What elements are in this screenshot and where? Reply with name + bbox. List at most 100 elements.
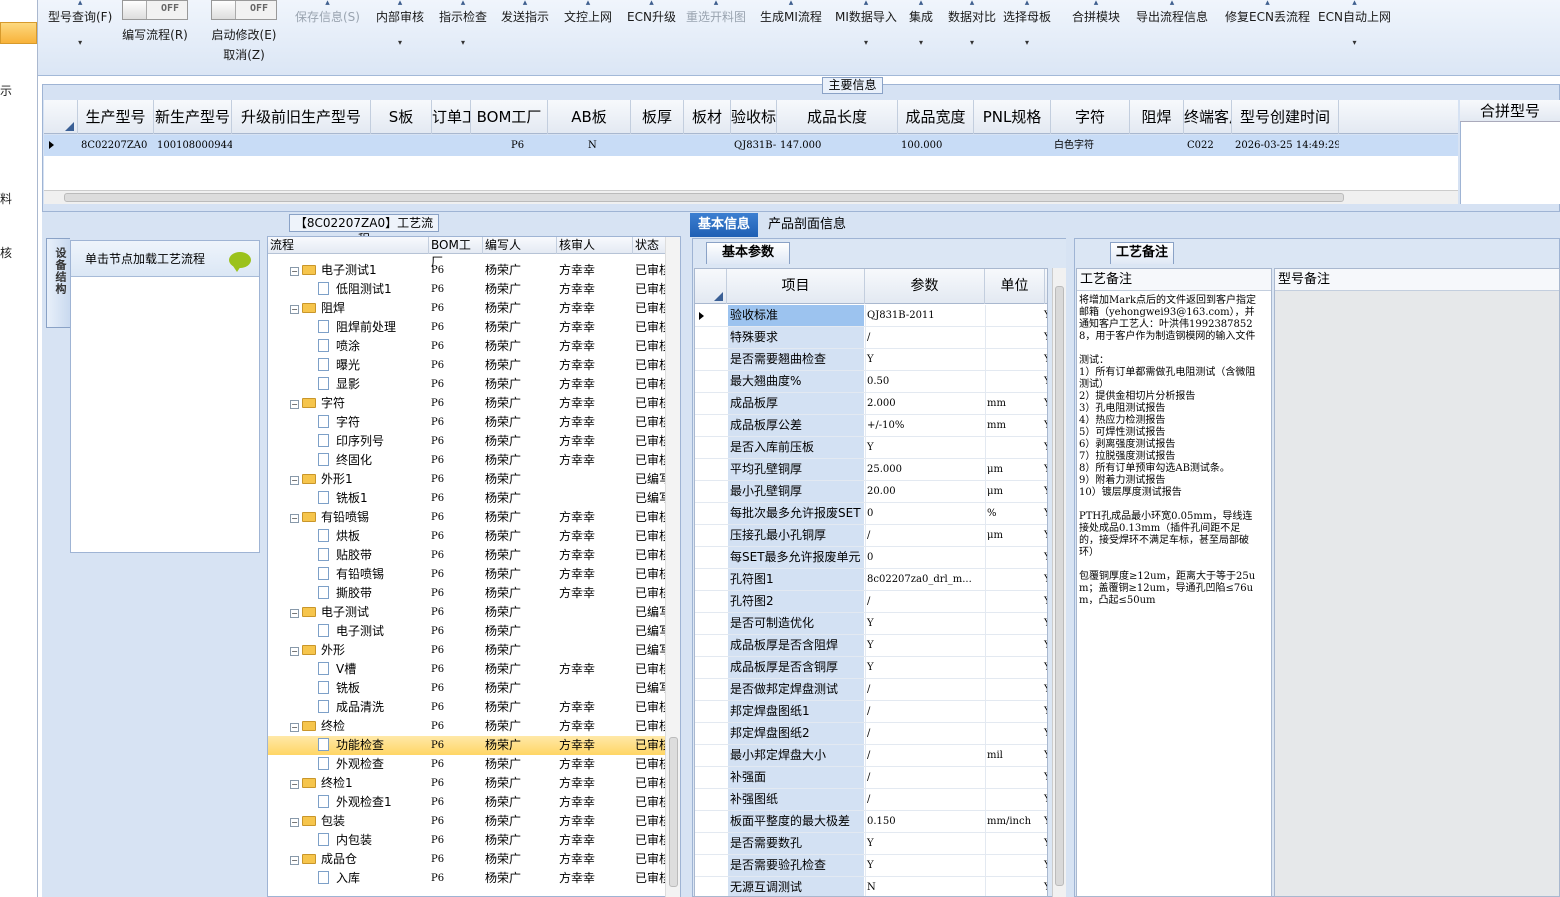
param-row[interactable]: 是否可制造优化YY [695,613,1047,635]
tree-node[interactable]: 电子测试 [268,622,424,641]
toolbar-toggle-button[interactable]: OFF 编写流程(R) [122,0,188,43]
collapse-icon[interactable]: − [290,609,299,618]
tree-row[interactable]: 终固化 P6 杨荣广 方幸幸 已审核 [268,451,669,470]
chevron-down-icon[interactable]: ▾ [439,38,487,47]
tree-node[interactable]: − 成品仓 [268,850,424,869]
collapse-icon[interactable]: − [290,514,299,523]
column-header[interactable]: 型号创建时间 [1232,100,1339,134]
toolbar-repair-button[interactable]: ▴ 修复ECN丢流程 [1225,0,1310,25]
param-row[interactable]: 无源互调测试N Y [695,877,1047,896]
param-value[interactable]: / [865,723,983,744]
scroll-thumb[interactable] [669,737,678,887]
collapse-icon[interactable]: − [290,267,299,276]
param-value[interactable]: N [865,877,983,896]
grid-cell[interactable]: 白色字符 [1051,135,1130,156]
tree-row[interactable]: 有铅喷锡 P6 杨荣广 方幸幸 已审核 [268,565,669,584]
tree-column-header[interactable]: 编写人 [483,237,557,254]
grid-cell[interactable]: 10010800094405 [154,135,232,156]
param-value[interactable]: +/-10% [865,415,983,436]
param-value[interactable]: 0 [865,503,983,524]
left-nav-label[interactable]: 料 [0,190,12,207]
tree-row[interactable]: 铣板1 P6 杨荣广 已编写 [268,489,669,508]
toolbar-sublabel[interactable]: 取消(Z) [211,46,277,63]
tree-node[interactable]: − 终检 [268,717,424,736]
param-value[interactable]: Y [865,437,983,458]
toggle-switch[interactable]: OFF [122,0,188,20]
tree-row[interactable]: − 外形 P6 杨荣广 已编写 [268,641,669,660]
tree-node[interactable]: 内包装 [268,831,424,850]
toolbar-send-button[interactable]: ▴ 发送指示 [501,0,549,25]
tab-process-notes[interactable]: 工艺备注 [1110,242,1174,264]
toggle-switch[interactable]: OFF [211,0,277,20]
param-row[interactable]: 是否需要数孔YY [695,833,1047,855]
collapse-icon[interactable]: − [290,476,299,485]
tree-row[interactable]: 字符 P6 杨荣广 方幸幸 已审核 [268,413,669,432]
toolbar-save-button[interactable]: ▴ 保存信息(S) [295,0,360,25]
param-value[interactable]: Y [865,613,983,634]
grid-cell[interactable]: P6 [432,135,472,156]
param-value[interactable]: 8c02207za0_drl_m... [865,569,983,590]
toolbar-merge-button[interactable]: ▴ 合拼模块 [1072,0,1120,25]
main-grid-hscroll[interactable] [44,190,1458,204]
collapse-icon[interactable]: − [290,647,299,656]
tree-node[interactable]: 印序列号 [268,432,424,451]
tree-row[interactable]: 低阻测试1 P6 杨荣广 方幸幸 已审核 [268,280,669,299]
tree-column-header[interactable]: 流程 [268,237,429,254]
splitter[interactable] [1066,238,1074,897]
grid-cell[interactable]: P6 [471,135,548,156]
param-value[interactable]: 20.00 [865,481,983,502]
chevron-down-icon[interactable]: ▾ [948,38,996,47]
tree-row[interactable]: − 电子测试 P6 杨荣广 已编写 [268,603,669,622]
tree-column-header[interactable]: 核审人 [557,237,633,254]
params-vscroll[interactable] [1052,268,1066,897]
column-header[interactable]: BOM工厂 [471,100,548,134]
param-value[interactable]: / [865,327,983,348]
column-header[interactable]: 升级前旧生产型号 [232,100,371,134]
tree-row[interactable]: − 终检 P6 杨荣广 方幸幸 已审核 [268,717,669,736]
column-header[interactable]: 阻焊 [1130,100,1184,134]
param-value[interactable]: / [865,767,983,788]
tree-row[interactable]: 撕胶带 P6 杨荣广 方幸幸 已审核 [268,584,669,603]
chevron-down-icon[interactable]: ▾ [835,38,897,47]
tree-row[interactable]: 喷涂 P6 杨荣广 方幸幸 已审核 [268,337,669,356]
splitter[interactable] [682,212,690,897]
grid-cell[interactable] [371,135,432,156]
tree-node[interactable]: − 外形 [268,641,424,660]
param-row[interactable]: 压接孔最小孔铜厚/μmY [695,525,1047,547]
toolbar-star-button[interactable]: ▴ ECN自动上网 ▾ [1318,0,1391,47]
column-header[interactable]: 验收标准 [731,100,777,134]
toolbar-board-button[interactable]: ▴ 选择母板 ▾ [1003,0,1051,47]
tree-node[interactable]: 铣板1 [268,489,424,508]
grid-cell[interactable]: 8C02207ZA0 [78,135,154,156]
param-value[interactable]: / [865,679,983,700]
collapse-icon[interactable]: − [290,400,299,409]
param-value[interactable]: / [865,701,983,722]
tree-row[interactable]: 曝光 P6 杨荣广 方幸幸 已审核 [268,356,669,375]
tree-node[interactable]: 铣板 [268,679,424,698]
grid-cell[interactable] [974,135,1051,156]
param-value[interactable]: Y [865,833,983,854]
tree-node[interactable]: − 字符 [268,394,424,413]
grid-cell[interactable]: 100.000 [898,135,974,156]
tree-node[interactable]: 撕胶带 [268,584,424,603]
tree-node[interactable]: 曝光 [268,356,424,375]
tree-node[interactable]: − 外形1 [268,470,424,489]
tree-row[interactable]: − 终检1 P6 杨荣广 方幸幸 已审核 [268,774,669,793]
tab-1[interactable]: 产品剖面信息 [760,213,854,237]
chevron-down-icon[interactable]: ▾ [1003,38,1051,47]
grid-cell[interactable] [232,135,371,156]
toolbar-import-button[interactable]: ▴ MI数据导入 ▾ [835,0,897,47]
param-row[interactable]: 特殊要求/ Y [695,327,1047,349]
tree-row[interactable]: − 电子测试1 P6 杨荣广 方幸幸 已审核 [268,261,669,280]
tree-node[interactable]: 终固化 [268,451,424,470]
left-nav-label[interactable]: 示 [0,82,12,99]
tree-row[interactable]: 印序列号 P6 杨荣广 方幸幸 已审核 [268,432,669,451]
grid-cell[interactable]: QJ831B-2011 [731,135,777,156]
tree-node[interactable]: 字符 [268,413,424,432]
tree-row[interactable]: 铣板 P6 杨荣广 已编写 [268,679,669,698]
tree-node[interactable]: 显影 [268,375,424,394]
param-value[interactable]: Y [865,635,983,656]
column-header[interactable]: 生产型号 [78,100,154,134]
tree-row[interactable]: 外观检查 P6 杨荣广 方幸幸 已审核 [268,755,669,774]
tree-node[interactable]: 喷涂 [268,337,424,356]
